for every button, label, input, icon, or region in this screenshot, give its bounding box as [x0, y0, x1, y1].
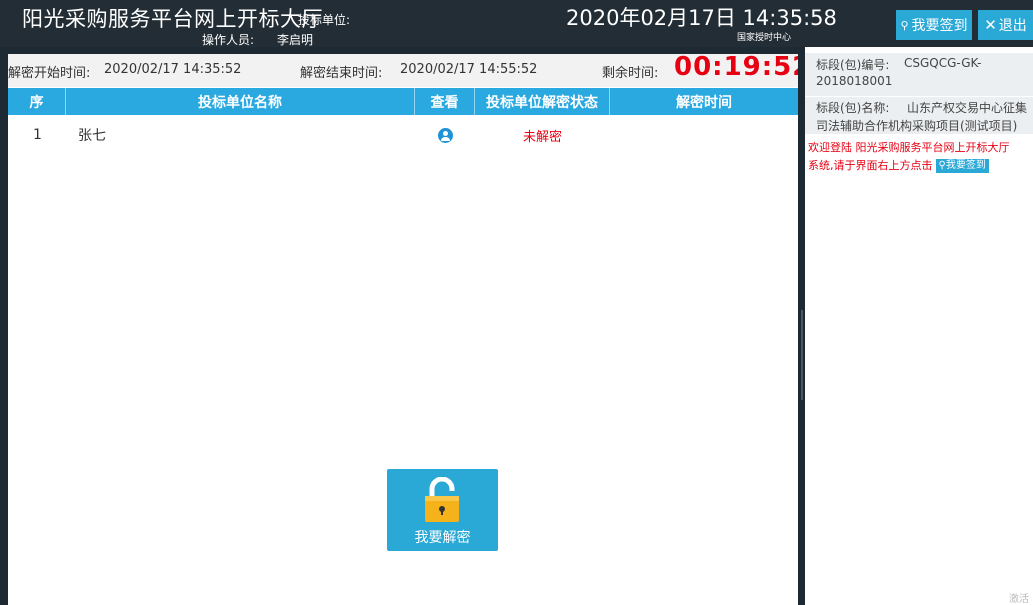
- operator-name: 李启明: [277, 33, 314, 47]
- table-row: 1 张七 未解密: [8, 116, 798, 154]
- operator-label: 操作人员:: [202, 33, 255, 47]
- section-info: 标段(包)编号: CSGQCG-GK- 2018018001 标段(包)名称: …: [805, 53, 1033, 134]
- row-index: 1: [33, 127, 42, 143]
- close-icon: ✕: [984, 16, 997, 34]
- section-no-value: CSGQCG-GK-: [904, 56, 982, 70]
- start-time-label: 解密开始时间:: [8, 66, 91, 81]
- inline-sign-in-label: 我要签到: [945, 160, 986, 171]
- sign-in-button[interactable]: ⚲ 我要签到: [896, 10, 972, 40]
- app-title: 阳光采购服务平台网上开标大厅: [22, 7, 323, 31]
- exit-button[interactable]: ✕ 退出: [978, 10, 1033, 40]
- remaining-time-label: 剩余时间:: [602, 66, 659, 81]
- welcome-line-1: 欢迎登陆 阳光采购服务平台网上开标大厅: [808, 141, 1010, 154]
- main-panel: 解密开始时间: 2020/02/17 14:35:52 解密结束时间: 2020…: [8, 52, 810, 605]
- bidder-name: 张七: [78, 128, 106, 144]
- end-time-value: 2020/02/17 14:55:52: [400, 62, 538, 77]
- splitter-handle[interactable]: [801, 310, 803, 400]
- section-name-label: 标段(包)名称:: [816, 101, 890, 115]
- column-header-time: 解密时间: [676, 94, 732, 111]
- top-header: 阳光采购服务平台网上开标大厅 投标单位: 操作人员: 李启明 2020年02月1…: [0, 0, 1033, 47]
- section-no-value-cont: 2018018001: [816, 74, 893, 88]
- user-icon[interactable]: [438, 127, 453, 143]
- bidder-label: 投标单位:: [298, 13, 351, 27]
- decrypt-info-bar: 解密开始时间: 2020/02/17 14:35:52 解密结束时间: 2020…: [8, 52, 810, 87]
- decrypt-button-label: 我要解密: [414, 530, 471, 546]
- view-cell: [438, 116, 453, 154]
- column-header-name: 投标单位名称: [66, 88, 415, 115]
- unlock-icon: [425, 477, 459, 522]
- start-time-value: 2020/02/17 14:35:52: [104, 62, 242, 77]
- current-datetime: 2020年02月17日 14:35:58: [566, 6, 837, 30]
- welcome-line-2: 系统,请于界面右上方点击: [808, 159, 933, 172]
- column-header-view: 查看: [415, 88, 475, 115]
- section-name-value: 山东产权交易中心征集: [907, 101, 1028, 115]
- section-name-value-cont: 司法辅助合作机构采购项目(测试项目): [816, 119, 1018, 133]
- side-panel: 标段(包)编号: CSGQCG-GK- 2018018001 标段(包)名称: …: [805, 47, 1033, 605]
- corner-watermark: 激活: [1009, 594, 1029, 605]
- map-pin-icon: ⚲: [900, 18, 909, 32]
- inline-sign-in-button[interactable]: ⚲我要签到: [935, 159, 989, 173]
- exit-label: 退出: [998, 18, 1027, 34]
- decrypt-button[interactable]: 我要解密: [387, 469, 498, 551]
- section-no-label: 标段(包)编号:: [816, 58, 890, 72]
- map-pin-icon: ⚲: [938, 160, 946, 171]
- column-header-index: 序: [8, 88, 66, 115]
- table-header: 序 投标单位名称 查看 投标单位解密状态 解密时间: [8, 88, 798, 115]
- sign-in-label: 我要签到: [911, 18, 968, 34]
- time-source: 国家授时中心: [737, 33, 792, 43]
- section-divider: [805, 96, 1033, 97]
- decrypt-status: 未解密: [523, 129, 563, 145]
- end-time-label: 解密结束时间:: [300, 66, 383, 81]
- column-header-status: 投标单位解密状态: [475, 88, 610, 115]
- welcome-message: 欢迎登陆 阳光采购服务平台网上开标大厅 系统,请于界面右上方点击 ⚲我要签到: [808, 139, 1010, 175]
- remaining-time-value: 00:19:52: [674, 52, 812, 82]
